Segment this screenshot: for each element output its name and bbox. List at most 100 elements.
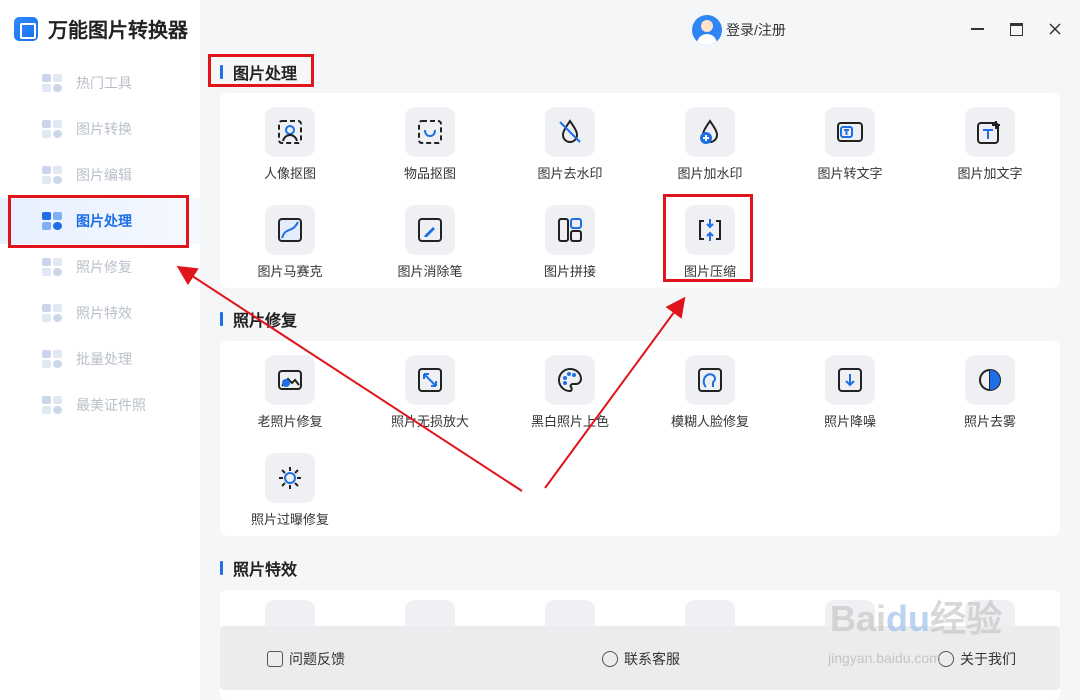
tool-label: 照片去雾 bbox=[963, 414, 1016, 429]
support-label: 联系客服 bbox=[624, 651, 680, 667]
app-title: 万能图片转换器 bbox=[14, 14, 188, 43]
title-bar: 登录/注册 bbox=[200, 0, 1080, 56]
tool-colorize[interactable]: 黑白照片上色 bbox=[500, 345, 640, 443]
tool-upscale[interactable]: 照片无损放大 bbox=[360, 345, 500, 443]
image-edit-icon bbox=[42, 166, 62, 184]
tool-portrait-cutout[interactable]: 人像抠图 bbox=[220, 97, 360, 195]
section-title-repair: 照片修复 bbox=[220, 307, 297, 331]
sidebar-item-label: 图片转换 bbox=[76, 121, 132, 137]
add-text-icon bbox=[965, 107, 1015, 157]
about-label: 关于我们 bbox=[960, 651, 1016, 667]
tool-label: 照片过曝修复 bbox=[250, 512, 329, 527]
tool-face-restore[interactable]: 模糊人脸修复 bbox=[640, 345, 780, 443]
tool-add-text[interactable]: 图片加文字 bbox=[920, 97, 1060, 195]
section-title-processing: 图片处理 bbox=[220, 60, 297, 84]
tool-label: 图片消除笔 bbox=[397, 264, 463, 279]
repair-panel: 老照片修复 照片无损放大 黑白照片上色 模糊人脸修复 照片降噪 照片去雾 照片过… bbox=[220, 341, 1060, 536]
sidebar-item-image-edit[interactable]: 图片编辑 bbox=[0, 152, 200, 198]
support-icon bbox=[602, 651, 618, 667]
sidebar-item-photo-repair[interactable]: 照片修复 bbox=[0, 244, 200, 290]
tool-eraser-pen[interactable]: 图片消除笔 bbox=[360, 195, 500, 293]
section-marker bbox=[220, 312, 223, 326]
sidebar-nav: 热门工具 图片转换 图片编辑 图片处理 照片修复 照片特效 批量处理 最美证件照 bbox=[0, 60, 200, 428]
portrait-cutout-icon bbox=[265, 107, 315, 157]
app-logo-icon bbox=[14, 16, 38, 41]
tool-label: 图片马赛克 bbox=[257, 264, 323, 279]
mosaic-icon bbox=[265, 205, 315, 255]
sidebar-item-image-processing[interactable]: 图片处理 bbox=[0, 198, 200, 244]
feedback-icon bbox=[267, 651, 283, 667]
collage-icon bbox=[545, 205, 595, 255]
watermark-url: jingyan.baidu.com bbox=[828, 650, 941, 666]
eraser-pen-icon bbox=[405, 205, 455, 255]
tool-overexposure[interactable]: 照片过曝修复 bbox=[220, 443, 360, 541]
watermark-logo: Baidu经验 bbox=[830, 598, 1003, 639]
about-button[interactable]: 关于我们 bbox=[938, 649, 1016, 669]
image-convert-icon bbox=[42, 120, 62, 138]
tool-label: 人像抠图 bbox=[263, 166, 316, 181]
image-processing-icon bbox=[42, 212, 62, 230]
photo-repair-icon bbox=[42, 258, 62, 276]
hot-tools-icon bbox=[42, 74, 62, 92]
batch-icon bbox=[42, 350, 62, 368]
tool-label: 物品抠图 bbox=[403, 166, 456, 181]
processing-panel: 人像抠图 物品抠图 图片去水印 图片加水印 图片转文字 图片加文字 图片马赛克 … bbox=[220, 93, 1060, 288]
palette-icon bbox=[545, 355, 595, 405]
avatar-icon bbox=[692, 15, 722, 45]
tool-label: 图片加文字 bbox=[957, 166, 1023, 181]
section-marker bbox=[220, 561, 223, 575]
tool-collage[interactable]: 图片拼接 bbox=[500, 195, 640, 293]
tool-compress[interactable]: 图片压缩 bbox=[640, 195, 780, 293]
tool-mosaic[interactable]: 图片马赛克 bbox=[220, 195, 360, 293]
sidebar-item-photo-effects[interactable]: 照片特效 bbox=[0, 290, 200, 336]
section-title-effects: 照片特效 bbox=[220, 556, 297, 580]
login-label: 登录/注册 bbox=[726, 22, 786, 38]
tool-label: 模糊人脸修复 bbox=[670, 414, 749, 429]
sidebar-item-batch[interactable]: 批量处理 bbox=[0, 336, 200, 382]
tool-old-photo[interactable]: 老照片修复 bbox=[220, 345, 360, 443]
sidebar-item-label: 照片特效 bbox=[76, 305, 132, 321]
photo-effects-icon bbox=[42, 304, 62, 322]
tool-label: 照片降噪 bbox=[823, 414, 876, 429]
old-photo-icon bbox=[265, 355, 315, 405]
sidebar-item-id-photo[interactable]: 最美证件照 bbox=[0, 382, 200, 428]
tool-dehaze[interactable]: 照片去雾 bbox=[920, 345, 1060, 443]
support-button[interactable]: 联系客服 bbox=[602, 649, 680, 669]
tool-remove-watermark[interactable]: 图片去水印 bbox=[500, 97, 640, 195]
tool-label: 照片无损放大 bbox=[390, 414, 469, 429]
sidebar-item-label: 照片修复 bbox=[76, 259, 132, 275]
sidebar: 万能图片转换器 热门工具 图片转换 图片编辑 图片处理 照片修复 照片特效 批量… bbox=[0, 0, 200, 700]
close-icon[interactable] bbox=[1044, 18, 1066, 40]
sidebar-item-label: 图片编辑 bbox=[76, 167, 132, 183]
section-title-text: 图片处理 bbox=[233, 66, 298, 83]
tool-label: 图片压缩 bbox=[683, 264, 736, 279]
tool-label: 图片拼接 bbox=[543, 264, 596, 279]
compress-icon bbox=[685, 205, 735, 255]
tool-add-watermark[interactable]: 图片加水印 bbox=[640, 97, 780, 195]
sidebar-item-label: 批量处理 bbox=[76, 351, 132, 367]
sidebar-item-hot-tools[interactable]: 热门工具 bbox=[0, 60, 200, 106]
tool-object-cutout[interactable]: 物品抠图 bbox=[360, 97, 500, 195]
object-cutout-icon bbox=[405, 107, 455, 157]
maximize-icon[interactable] bbox=[1005, 18, 1027, 40]
id-photo-icon bbox=[42, 396, 62, 414]
upscale-icon bbox=[405, 355, 455, 405]
minimize-icon[interactable] bbox=[966, 18, 988, 40]
login-button[interactable]: 登录/注册 bbox=[692, 15, 786, 45]
tool-denoise[interactable]: 照片降噪 bbox=[780, 345, 920, 443]
tool-label: 黑白照片上色 bbox=[530, 414, 609, 429]
sidebar-item-label: 热门工具 bbox=[76, 75, 132, 91]
denoise-icon bbox=[825, 355, 875, 405]
feedback-button[interactable]: 问题反馈 bbox=[267, 649, 345, 669]
tool-label: 图片转文字 bbox=[817, 166, 883, 181]
sidebar-item-label: 最美证件照 bbox=[76, 397, 146, 413]
section-title-text: 照片修复 bbox=[233, 313, 298, 330]
app-name: 万能图片转换器 bbox=[48, 20, 188, 42]
overexposure-icon bbox=[265, 453, 315, 503]
tool-image-to-text[interactable]: 图片转文字 bbox=[780, 97, 920, 195]
feedback-label: 问题反馈 bbox=[289, 651, 345, 667]
sidebar-item-image-convert[interactable]: 图片转换 bbox=[0, 106, 200, 152]
sidebar-item-label: 图片处理 bbox=[76, 213, 132, 229]
image-to-text-icon bbox=[825, 107, 875, 157]
remove-watermark-icon bbox=[545, 107, 595, 157]
